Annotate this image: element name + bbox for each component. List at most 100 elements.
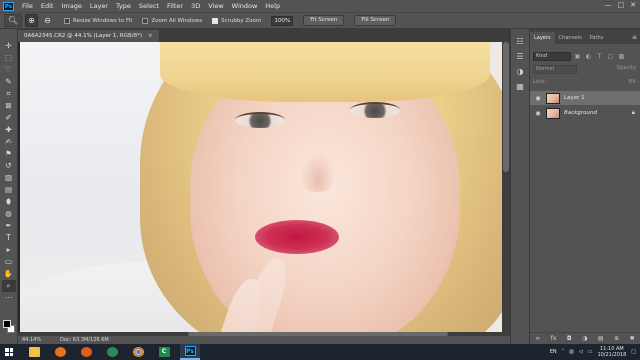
marquee-tool-icon[interactable]: ⬚ <box>2 52 16 64</box>
shape-tool-icon[interactable]: ▭ <box>2 256 16 268</box>
menu-file[interactable]: File <box>18 2 37 10</box>
quick-select-tool-icon[interactable]: ✎ <box>2 76 16 88</box>
type-tool-icon[interactable]: T <box>2 232 16 244</box>
dodge-tool-icon[interactable]: ◍ <box>2 208 16 220</box>
tab-paths[interactable]: Paths <box>586 32 608 44</box>
canvas-area[interactable] <box>18 42 510 332</box>
healing-brush-tool-icon[interactable]: ✚ <box>2 124 16 136</box>
menu-window[interactable]: Window <box>228 2 262 10</box>
minimize-button[interactable]: — <box>605 1 612 9</box>
lasso-tool-icon[interactable]: ➰ <box>2 64 16 76</box>
media-player-icon <box>54 347 66 357</box>
brush-tool-icon[interactable]: ✍ <box>2 136 16 148</box>
eraser-tool-icon[interactable]: ▧ <box>2 172 16 184</box>
zoom-all-windows-checkbox[interactable] <box>142 17 149 24</box>
new-group-icon[interactable]: ▤ <box>598 335 604 342</box>
volume-icon[interactable]: ◁ <box>579 349 583 355</box>
menu-help[interactable]: Help <box>261 2 284 10</box>
eyedropper-tool-icon[interactable]: ✐ <box>2 112 16 124</box>
language-indicator[interactable]: EN <box>550 349 557 355</box>
taskbar-network-app[interactable] <box>102 344 122 360</box>
menu-image[interactable]: Image <box>57 2 85 10</box>
history-panel-icon[interactable]: ☷ <box>515 37 525 47</box>
layer-row-background[interactable]: ◉ Background 🔒︎ <box>530 106 640 120</box>
menu-view[interactable]: View <box>204 2 227 10</box>
fill-screen-button[interactable]: Fill Screen <box>354 15 397 26</box>
zoom-tool-icon[interactable]: ⌕ <box>1 280 16 292</box>
close-tab-icon[interactable]: × <box>148 33 153 39</box>
frame-tool-icon[interactable]: ⊠ <box>2 100 16 112</box>
zoom-out-icon[interactable]: ⊖ <box>41 14 54 27</box>
add-mask-icon[interactable]: ◘ <box>567 335 572 342</box>
vertical-scroll-thumb[interactable] <box>503 42 509 172</box>
crop-tool-icon[interactable]: ⌗ <box>2 88 16 100</box>
adjustment-layer-icon[interactable]: ◑ <box>582 335 587 342</box>
menu-3d[interactable]: 3D <box>187 2 204 10</box>
path-selection-tool-icon[interactable]: ▸ <box>2 244 16 256</box>
panel-menu-icon[interactable]: ≡ <box>632 32 637 44</box>
eye-icon[interactable]: ◉ <box>533 110 543 117</box>
zoom-tool-preset-icon[interactable]: 🔍︎ <box>4 14 22 27</box>
resize-windows-checkbox[interactable] <box>64 17 70 24</box>
eye-icon[interactable]: ◉ <box>533 95 543 102</box>
zoom-percent-field[interactable]: 100% <box>271 15 294 26</box>
move-tool-icon[interactable]: ✛ <box>2 40 16 52</box>
adjustments-panel-icon[interactable]: ◑ <box>515 67 525 77</box>
more-tools-icon[interactable]: ⋯ <box>2 292 16 304</box>
pen-tool-icon[interactable]: ✒ <box>2 220 16 232</box>
taskbar-photoshop[interactable]: Ps <box>180 344 200 360</box>
resize-windows-option[interactable]: Resize Windows to Fit <box>64 17 132 24</box>
start-button[interactable] <box>0 344 18 360</box>
history-brush-tool-icon[interactable]: ↺ <box>2 160 16 172</box>
scrubby-zoom-option[interactable]: Scrubby Zoom <box>212 17 261 24</box>
document-image[interactable] <box>20 42 502 332</box>
menu-type[interactable]: Type <box>112 2 135 10</box>
filter-pixel-icon[interactable]: ▣ <box>573 52 582 61</box>
filter-type-icon[interactable]: T <box>595 52 604 61</box>
new-layer-icon[interactable]: ⊕ <box>614 335 619 342</box>
menu-select[interactable]: Select <box>135 2 163 10</box>
battery-icon[interactable]: ▭ <box>588 349 593 355</box>
gradient-tool-icon[interactable]: ▤ <box>2 184 16 196</box>
network-app-icon <box>106 347 118 357</box>
taskbar-media-player[interactable] <box>50 344 70 360</box>
blend-mode-select[interactable]: Normal <box>533 65 577 74</box>
document-tab[interactable]: 0A6A2345.CR2 @ 44.1% (Layer 1, RGB/8*) × <box>18 30 159 42</box>
blur-tool-icon[interactable]: ⬮ <box>2 196 16 208</box>
taskbar-firefox[interactable] <box>76 344 96 360</box>
zoom-in-icon[interactable]: ⊕ <box>25 14 38 27</box>
system-tray: EN ˄ ▥ ◁ ▭ 11:10 AM 10/21/2018 □ <box>550 344 636 360</box>
zoom-all-windows-option[interactable]: Zoom All Windows <box>142 17 202 24</box>
filter-shape-icon[interactable]: ▢ <box>606 52 615 61</box>
vertical-scrollbar[interactable] <box>502 42 510 332</box>
filter-adjustment-icon[interactable]: ◐ <box>584 52 593 61</box>
libraries-panel-icon[interactable]: ▦ <box>515 82 525 92</box>
close-button[interactable]: ✕ <box>630 1 636 9</box>
tab-layers[interactable]: Layers <box>530 32 555 44</box>
properties-panel-icon[interactable]: ☰ <box>515 52 525 62</box>
taskbar-chrome[interactable] <box>128 344 148 360</box>
layer-style-icon[interactable]: fx <box>551 335 557 342</box>
tray-chevron-icon[interactable]: ˄ <box>562 349 565 355</box>
notifications-icon[interactable]: □ <box>631 349 636 355</box>
foreground-color-swatch[interactable] <box>3 320 11 328</box>
taskbar-camtasia[interactable]: C <box>154 344 174 360</box>
clock[interactable]: 11:10 AM 10/21/2018 <box>597 346 626 358</box>
status-zoom[interactable]: 44.14% <box>22 336 41 344</box>
link-layers-icon[interactable]: ∞ <box>535 335 540 342</box>
tab-channels[interactable]: Channels <box>555 32 586 44</box>
menu-layer[interactable]: Layer <box>86 2 112 10</box>
fit-screen-button[interactable]: Fit Screen <box>303 15 345 26</box>
filter-smart-object-icon[interactable]: ▩ <box>617 52 626 61</box>
layer-row-layer-1[interactable]: ◉ Layer 1 <box>530 91 640 105</box>
delete-layer-icon[interactable]: ✖ <box>630 335 635 342</box>
clone-stamp-tool-icon[interactable]: ⚑ <box>2 148 16 160</box>
menu-edit[interactable]: Edit <box>37 2 58 10</box>
taskbar-file-explorer[interactable] <box>24 344 44 360</box>
maximize-button[interactable]: □ <box>618 1 625 9</box>
network-icon[interactable]: ▥ <box>569 349 574 355</box>
menu-filter[interactable]: Filter <box>163 2 187 10</box>
hand-tool-icon[interactable]: ✋ <box>2 268 16 280</box>
layer-filter-kind-select[interactable]: Kind <box>533 51 571 61</box>
scrubby-zoom-checkbox[interactable] <box>212 17 219 24</box>
